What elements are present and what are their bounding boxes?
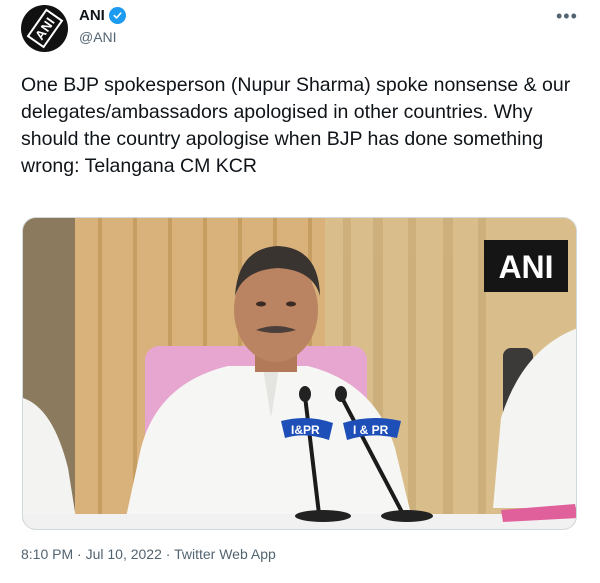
verified-badge-icon — [108, 7, 126, 24]
mic-flag-right-label: I & PR — [353, 423, 389, 437]
author-name-row: ANI — [79, 7, 126, 24]
mic-flag-left-label: I&PR — [291, 423, 320, 437]
more-options-icon[interactable]: ••• — [556, 6, 578, 27]
tweet-metadata: 8:10 PM · Jul 10, 2022 · Twitter Web App — [21, 546, 276, 562]
ani-watermark: ANI — [498, 249, 553, 285]
tweet-source-app[interactable]: Twitter Web App — [174, 546, 276, 562]
tweet-text: One BJP spokesperson (Nupur Sharma) spok… — [21, 74, 571, 177]
avatar-logo-text: ANI — [26, 8, 63, 49]
meta-separator: · — [165, 546, 171, 562]
display-name[interactable]: ANI — [79, 7, 105, 24]
tweet-date[interactable]: Jul 10, 2022 — [86, 546, 162, 562]
media-photo: I&PR I & PR ANI — [23, 218, 576, 529]
author-handle[interactable]: @ANI — [79, 29, 117, 45]
tweet-card: ANI ANI @ANI ••• One BJP spokesperson (N… — [0, 0, 600, 583]
tweet-media-image[interactable]: I&PR I & PR ANI — [22, 217, 577, 530]
tweet-time[interactable]: 8:10 PM — [21, 546, 73, 562]
avatar[interactable]: ANI — [21, 5, 68, 52]
meta-separator: · — [77, 546, 82, 562]
